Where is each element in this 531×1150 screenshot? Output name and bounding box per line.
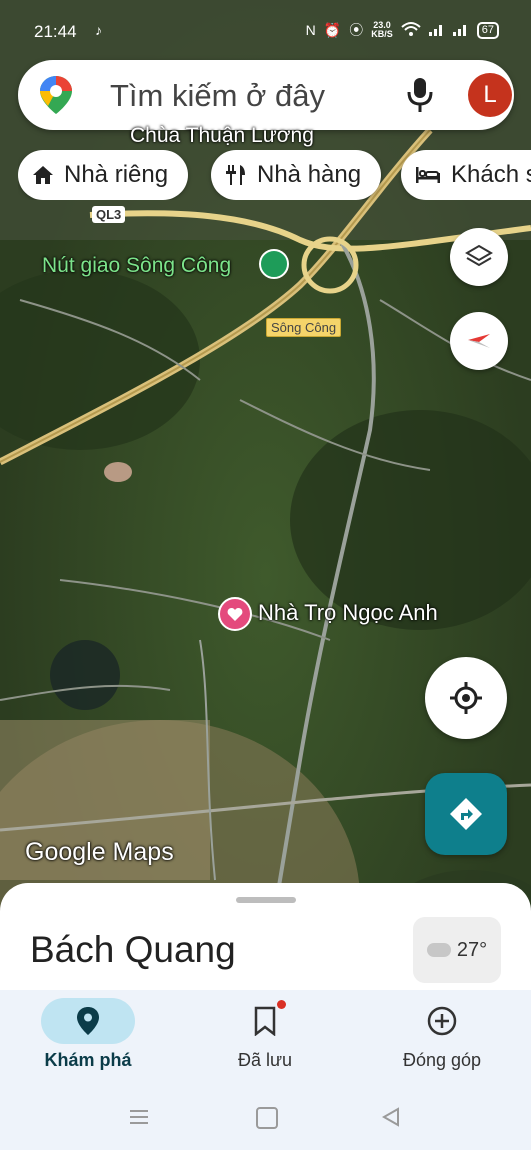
status-icons: N ⏰ ⦿ 23.0 KB/S 67 [306, 20, 499, 40]
signal-icon-1 [428, 22, 445, 39]
cloud-icon [426, 943, 451, 957]
chip-hotel[interactable]: Khách sạn [401, 150, 531, 200]
nav-explore[interactable]: Khám phá [13, 998, 163, 1071]
wifi-icon [401, 21, 421, 40]
alarm-icon: ⏰ [323, 21, 342, 38]
map-label-poi-top[interactable]: Chùa Thuận Lương [130, 124, 314, 148]
signal-icon-2 [452, 22, 469, 39]
place-pin-label[interactable]: Nhà Trọ Ngọc Anh [258, 600, 438, 626]
battery-indicator: 67 [476, 21, 499, 39]
search-bar[interactable]: Tìm kiếm ở đây L [18, 60, 514, 130]
google-maps-logo-icon [40, 76, 72, 114]
tiktok-icon: ♪ [95, 22, 102, 38]
bottom-sheet[interactable]: Bách Quang 27° [0, 883, 531, 993]
my-location-icon [450, 682, 482, 714]
mic-icon[interactable] [404, 76, 436, 114]
area-title: Bách Quang [30, 929, 236, 970]
chip-restaurant-label: Nhà hàng [257, 161, 362, 188]
home-square-icon[interactable] [256, 1107, 278, 1129]
directions-icon [450, 798, 482, 830]
nav-contribute[interactable]: Đóng góp [367, 998, 517, 1071]
chip-hotel-label: Khách sạn [451, 161, 531, 188]
heart-icon [227, 607, 243, 621]
park-marker-icon[interactable] [259, 249, 289, 279]
highway-shield: QL3 [92, 206, 126, 223]
network-speed-unit: KB/S [371, 29, 393, 39]
restaurant-icon [226, 165, 245, 185]
temperature: 27° [456, 938, 488, 961]
bookmark-icon [254, 1006, 276, 1036]
add-circle-icon [427, 1006, 457, 1036]
chip-restaurant[interactable]: Nhà hàng [211, 150, 382, 200]
nav-saved-label: Đã lưu [237, 1050, 293, 1070]
chip-home-label: Nhà riêng [64, 161, 169, 188]
back-icon[interactable] [380, 1106, 402, 1133]
google-maps-watermark: Google Maps [25, 838, 174, 866]
my-location-button[interactable] [425, 657, 507, 739]
avatar[interactable]: L [468, 73, 512, 117]
road-label: Sông Công [266, 318, 342, 337]
search-input[interactable]: Tìm kiếm ở đây [110, 78, 325, 114]
map-label-interchange[interactable]: Nút giao Sông Công [42, 254, 231, 278]
directions-button[interactable] [425, 773, 507, 855]
nav-contribute-label: Đóng góp [402, 1050, 482, 1070]
layers-icon [465, 244, 493, 267]
sheet-drag-handle[interactable] [236, 897, 296, 903]
weather-badge[interactable]: 27° [413, 917, 501, 983]
notification-dot [277, 1000, 286, 1009]
category-chips: Nhà riêng Nhà hàng Khách sạn [18, 150, 531, 200]
status-time: 21:44 [34, 22, 77, 41]
compass-icon [468, 334, 490, 348]
home-icon [33, 166, 53, 184]
hotel-icon [416, 167, 440, 183]
system-navigation [0, 1098, 531, 1138]
place-pin[interactable] [218, 597, 252, 631]
network-speed: 23.0 KB/S [371, 21, 393, 39]
status-bar: 21:44 ♪ N ⏰ ⦿ 23.0 KB/S 67 [0, 0, 531, 48]
nfc-icon: N [305, 22, 316, 38]
compass-button[interactable] [450, 312, 508, 370]
layers-button[interactable] [450, 228, 508, 286]
recents-icon[interactable] [128, 1107, 150, 1127]
nav-saved[interactable]: Đã lưu [190, 998, 340, 1071]
location-icon: ⦿ [349, 22, 364, 38]
nav-explore-label: Khám phá [44, 1050, 132, 1070]
explore-pin-icon [77, 1007, 99, 1035]
chip-home[interactable]: Nhà riêng [18, 150, 189, 200]
